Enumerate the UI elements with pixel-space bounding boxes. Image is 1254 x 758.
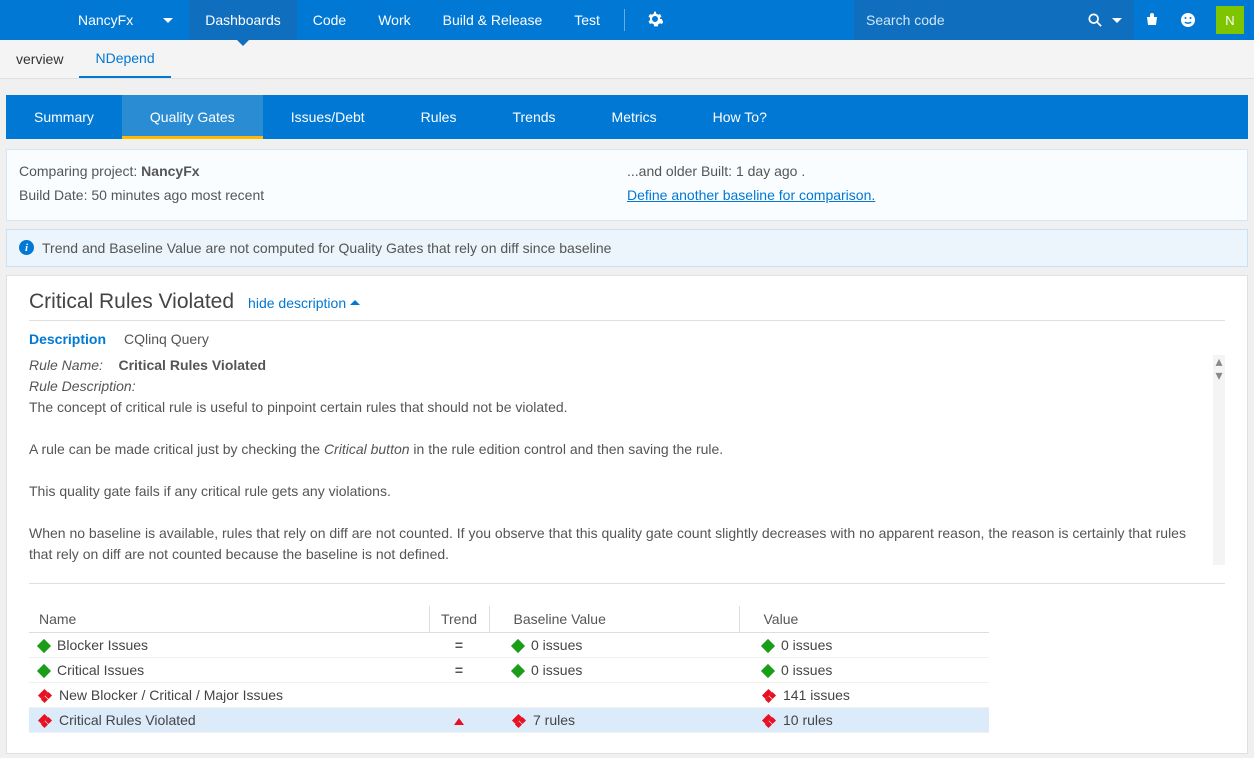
gear-icon[interactable]	[633, 11, 677, 30]
quality-gates-table-wrap: Name Trend Baseline Value Value Blocker …	[29, 606, 1225, 733]
older-built: ...and older Built: 1 day ago .	[627, 160, 1235, 184]
row-value: 10 rules	[783, 712, 833, 728]
desc-tab-description[interactable]: Description	[29, 329, 106, 349]
right-icons: N	[1134, 0, 1254, 40]
table-row[interactable]: Critical Issues = 0 issues 0 issues	[29, 657, 989, 682]
desc-p2a: A rule can be made critical just by chec…	[29, 441, 324, 457]
tab-how-to-[interactable]: How To?	[685, 95, 795, 139]
trend-up-red-icon	[454, 718, 464, 725]
hide-description-toggle[interactable]: hide description	[248, 295, 360, 311]
col-trend[interactable]: Trend	[429, 606, 489, 633]
col-value[interactable]: Value	[739, 606, 989, 633]
build-date: Build Date: 50 minutes ago most recent	[19, 184, 627, 208]
search-icon[interactable]	[1088, 13, 1102, 27]
row-name: Blocker Issues	[57, 637, 148, 653]
comparison-info-box: Comparing project: NancyFx Build Date: 5…	[6, 149, 1248, 221]
tab-metrics[interactable]: Metrics	[584, 95, 685, 139]
quality-gates-table: Name Trend Baseline Value Value Blocker …	[29, 606, 989, 733]
desc-p4: When no baseline is available, rules tha…	[29, 523, 1211, 565]
col-baseline[interactable]: Baseline Value	[489, 606, 739, 633]
row-baseline: 0 issues	[531, 637, 582, 653]
sub-nav-verview[interactable]: verview	[0, 40, 79, 78]
diamond-red-icon	[513, 715, 525, 727]
note-box: i Trend and Baseline Value are not compu…	[6, 229, 1248, 267]
quality-gate-panel: Critical Rules Violated hide description…	[6, 275, 1248, 754]
nav-tabs: DashboardsCodeWorkBuild & ReleaseTest	[189, 0, 616, 40]
nav-tab-code[interactable]: Code	[297, 0, 362, 40]
table-row[interactable]: Critical Rules Violated 7 rules 10 rules	[29, 707, 989, 732]
rule-name-label: Rule Name:	[29, 357, 103, 373]
description-body: Rule Name: Critical Rules Violated Rule …	[29, 355, 1225, 565]
diamond-green-icon	[761, 639, 775, 653]
row-name: Critical Issues	[57, 662, 144, 678]
row-baseline: 0 issues	[531, 662, 582, 678]
shopping-icon[interactable]	[1134, 0, 1170, 40]
comparing-prefix: Comparing project:	[19, 163, 141, 179]
row-value: 0 issues	[781, 662, 832, 678]
panel-title: Critical Rules Violated	[29, 290, 234, 314]
search-box[interactable]	[854, 0, 1134, 40]
desc-p3: This quality gate fails if any critical …	[29, 481, 1211, 502]
nav-divider	[624, 9, 625, 31]
rule-desc-label: Rule Description:	[29, 376, 1211, 397]
rule-name-value: Critical Rules Violated	[118, 357, 266, 373]
row-value: 0 issues	[781, 637, 832, 653]
nav-tab-work[interactable]: Work	[362, 0, 426, 40]
diamond-green-icon	[37, 639, 51, 653]
tab-summary[interactable]: Summary	[6, 95, 122, 139]
chevron-down-icon	[163, 18, 173, 23]
nav-tab-dashboards[interactable]: Dashboards	[189, 0, 297, 40]
description-tabs: Description CQlinq Query	[29, 329, 1225, 349]
desc-tab-cqlinq-query[interactable]: CQlinq Query	[124, 329, 209, 349]
col-name[interactable]: Name	[29, 606, 429, 633]
search-input[interactable]	[866, 12, 1078, 28]
tab-quality-gates[interactable]: Quality Gates	[122, 95, 263, 139]
project-switcher[interactable]: NancyFx	[0, 0, 189, 40]
description-scrollbar[interactable]: ▴ ▾	[1213, 355, 1225, 565]
diamond-red-icon	[39, 715, 51, 727]
trend-equal-icon: =	[455, 662, 463, 678]
desc-p2c: in the rule edition control and then sav…	[410, 441, 724, 457]
nav-tab-build-release[interactable]: Build & Release	[427, 0, 559, 40]
row-name: New Blocker / Critical / Major Issues	[59, 687, 283, 703]
diamond-red-icon	[763, 690, 775, 702]
row-baseline: 7 rules	[533, 712, 575, 728]
diamond-green-icon	[511, 664, 525, 678]
tab-rules[interactable]: Rules	[393, 95, 485, 139]
table-row[interactable]: Blocker Issues = 0 issues 0 issues	[29, 632, 989, 657]
avatar[interactable]: N	[1206, 0, 1254, 40]
diamond-green-icon	[511, 639, 525, 653]
info-icon: i	[19, 240, 34, 255]
desc-p1: The concept of critical rule is useful t…	[29, 397, 1211, 418]
tab-trends[interactable]: Trends	[484, 95, 583, 139]
sub-nav-ndepend[interactable]: NDepend	[79, 40, 170, 78]
diamond-green-icon	[37, 664, 51, 678]
nav-tab-test[interactable]: Test	[558, 0, 616, 40]
diamond-red-icon	[763, 715, 775, 727]
define-baseline-link[interactable]: Define another baseline for comparison.	[627, 187, 875, 203]
row-value: 141 issues	[783, 687, 850, 703]
table-row[interactable]: New Blocker / Critical / Major Issues 141…	[29, 682, 989, 707]
top-nav: NancyFx DashboardsCodeWorkBuild & Releas…	[0, 0, 1254, 40]
secondary-tabs: SummaryQuality GatesIssues/DebtRulesTren…	[6, 95, 1248, 139]
note-text: Trend and Baseline Value are not compute…	[42, 240, 611, 256]
diamond-red-icon	[39, 690, 51, 702]
diamond-green-icon	[761, 664, 775, 678]
search-dropdown-icon[interactable]	[1112, 18, 1122, 23]
sub-nav: verviewNDepend	[0, 40, 1254, 79]
desc-p2b: Critical button	[324, 441, 410, 457]
caret-up-icon	[350, 300, 360, 305]
project-name: NancyFx	[78, 12, 133, 28]
comparing-project: NancyFx	[141, 163, 199, 179]
trend-equal-icon: =	[455, 637, 463, 653]
row-name: Critical Rules Violated	[59, 712, 196, 728]
smile-icon[interactable]	[1170, 0, 1206, 40]
tab-issues-debt[interactable]: Issues/Debt	[263, 95, 393, 139]
